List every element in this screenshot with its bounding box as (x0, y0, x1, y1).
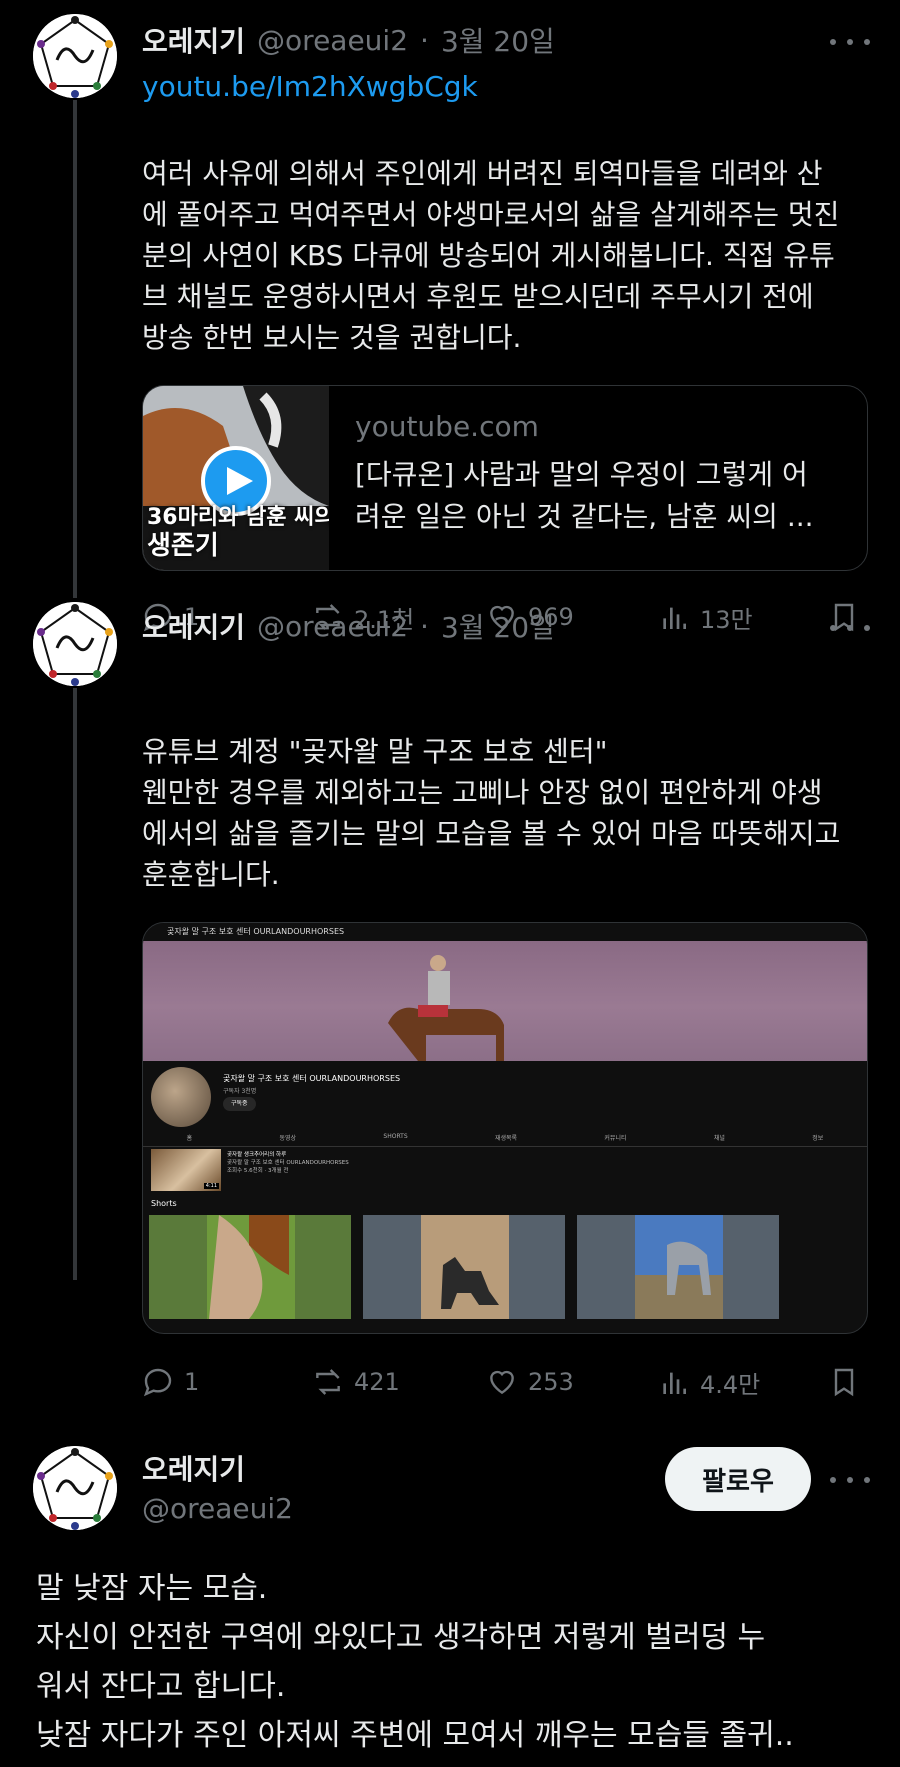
main-tweet-text: 말 낮잠 자는 모습. 자신이 안전한 구역에 와있다고 생각하면 저렇게 벌러… (36, 1564, 876, 1760)
channel-tab: SHORTS (383, 1133, 408, 1140)
avatar-logo-icon (33, 602, 117, 686)
channel-name: 곶자왈 말 구조 보호 센터 OURLANDOURHORSES (223, 1074, 401, 1083)
card-title-line: 려운 일은 아닌 것 같다는, 남훈 씨의 ... (355, 500, 814, 533)
author-handle[interactable]: @oreaeui2 (257, 610, 408, 643)
author-name[interactable]: 오레지기 (142, 20, 245, 60)
channel-tab: 채널 (713, 1135, 725, 1142)
main-author-name[interactable]: 오레지기 (142, 1448, 245, 1488)
avatar[interactable] (33, 1446, 117, 1530)
channel-banner (143, 941, 867, 1061)
attached-screenshot[interactable]: 곶자왈 말 구조 보호 센터 OURLANDOURHORSES 곶자왈 말 구조… (142, 922, 868, 1334)
heart-icon (490, 1370, 514, 1395)
reply-count: 1 (184, 1368, 200, 1396)
views-chart-icon (663, 1372, 686, 1394)
text-line: 브 채널도 운영하시면서 후원도 받으시던데 주무시기 전에 (142, 280, 814, 313)
featured-video-info: 곶자왈 생크추어리의 하루 곶자왈 말 구조 보호 센터 OURLANDOURH… (227, 1151, 349, 1175)
views-button[interactable]: 13만 (658, 597, 753, 637)
text-line: 자신이 안전한 구역에 와있다고 생각하면 저렇게 벌러덩 누 (36, 1620, 766, 1655)
bookmark-icon (834, 1368, 854, 1397)
channel-avatar (151, 1067, 211, 1127)
thumbnail-caption-line: 생존기 (147, 531, 219, 561)
text-line: 여러 사유에 의해서 주인에게 버려진 퇴역마들을 데려와 산 (142, 157, 823, 190)
featured-line: 조회수 5.6천회 · 3개월 전 (227, 1168, 289, 1174)
card-domain: youtube.com (355, 410, 539, 443)
avatar[interactable] (33, 14, 117, 98)
repost-icon (316, 1369, 340, 1395)
avatar-logo-icon (33, 14, 117, 98)
featured-line: 곶자왈 말 구조 보호 센터 OURLANDOURHORSES (227, 1160, 349, 1166)
text-line: 분의 사연이 KBS 다큐에 방송되어 게시해봅니다. 직접 유튜 (142, 239, 835, 272)
more-options-icon[interactable] (830, 613, 870, 643)
more-options-icon[interactable] (830, 27, 870, 57)
separator-dot: · (420, 23, 429, 57)
channel-tabs: 홈 동영상 SHORTS 재생목록 커뮤니티 채널 정보 (143, 1133, 867, 1147)
text-line: 웬만한 경우를 제외하고는 고삐나 안장 없이 편안하게 야생 (142, 776, 823, 809)
featured-video-thumbnail: 4:11 (151, 1149, 221, 1191)
text-line: 에서의 삶을 즐기는 말의 모습을 볼 수 있어 마음 따뜻해지고 (142, 817, 841, 850)
channel-tab: 커뮤니티 (604, 1135, 627, 1142)
post-date[interactable]: 3월 20일 (441, 606, 555, 646)
views-count: 4.4만 (700, 1370, 761, 1399)
card-title: [다큐온] 사람과 말의 우정이 그렇게 어 려운 일은 아닌 것 같다는, 남… (355, 454, 845, 538)
horse-rider-icon (388, 955, 504, 1061)
views-button[interactable]: 4.4만 (658, 1362, 760, 1402)
text-line: 유튜브 계정 "곶자왈 말 구조 보호 센터" (142, 735, 608, 768)
text-line: 말 낮잠 자는 모습. (36, 1571, 268, 1606)
text-line: 워서 잔다고 합니다. (36, 1669, 286, 1704)
thumbnail-caption-line: 36마리와 남훈 씨의 (147, 505, 329, 530)
shorts-label: Shorts (151, 1199, 177, 1208)
post-date[interactable]: 3월 20일 (441, 20, 555, 60)
short-thumbnail (577, 1215, 779, 1319)
like-count: 253 (528, 1368, 574, 1396)
channel-tab: 홈 (186, 1135, 193, 1142)
separator-dot: · (420, 609, 429, 643)
channel-tab: 정보 (812, 1135, 824, 1142)
card-title-line: [다큐온] 사람과 말의 우정이 그렇게 어 (355, 458, 808, 491)
short-thumbnail (149, 1215, 351, 1319)
bookmark-button[interactable] (828, 1362, 860, 1402)
tweet-text: 유튜브 계정 "곶자왈 말 구조 보호 센터" 웬만한 경우를 제외하고는 고삐… (142, 731, 872, 895)
thread-line (73, 688, 77, 1280)
repost-button[interactable]: 421 (312, 1362, 400, 1402)
short-thumbnail (363, 1215, 565, 1319)
text-line: 에 풀어주고 먹여주면서 야생마로서의 삶을 살게해주는 멋진 (142, 198, 840, 231)
thread-line (73, 100, 77, 598)
youtube-link[interactable]: youtu.be/Im2hXwgbCgk (142, 70, 478, 103)
tweet-text: 여러 사유에 의해서 주인에게 버려진 퇴역마들을 데려와 산 에 풀어주고 먹… (142, 153, 872, 358)
channel-subscribers: 구독자 3천명 (223, 1088, 257, 1095)
text-line: 방송 한번 보시는 것을 권합니다. (142, 321, 522, 354)
text-line: 낮잠 자다가 주인 아저씨 주변에 모여서 깨우는 모습들 졸귀.. (36, 1718, 794, 1753)
more-options-icon[interactable] (830, 1465, 870, 1495)
channel-tab: 동영상 (279, 1135, 297, 1142)
views-count: 13만 (700, 605, 753, 634)
reply-button[interactable]: 1 (142, 1362, 199, 1402)
main-author-handle[interactable]: @oreaeui2 (142, 1492, 293, 1525)
tweet-header: 오레지기 @oreaeui2 · 3월 20일 (142, 606, 555, 646)
subscribe-button: 구독중 (223, 1097, 256, 1111)
avatar[interactable] (33, 602, 117, 686)
thumbnail-caption: 36마리와 남훈 씨의 생존기 (147, 504, 329, 560)
tweet-header: 오레지기 @oreaeui2 · 3월 20일 (142, 20, 555, 60)
featured-line: 곶자왈 생크추어리의 하루 (227, 1152, 287, 1158)
repost-count: 421 (354, 1368, 400, 1396)
follow-button[interactable]: 팔로우 (665, 1447, 811, 1511)
like-button[interactable]: 253 (486, 1362, 574, 1402)
text-line: 훈훈합니다. (142, 858, 280, 891)
reply-icon (143, 1368, 172, 1397)
screenshot-top-title: 곶자왈 말 구조 보호 센터 OURLANDOURHORSES (143, 923, 867, 941)
avatar-logo-icon (33, 1446, 117, 1530)
views-chart-icon (663, 607, 686, 629)
channel-tab: 재생목록 (494, 1135, 518, 1142)
author-handle[interactable]: @oreaeui2 (257, 24, 408, 57)
author-name[interactable]: 오레지기 (142, 606, 245, 646)
tweet-actions: 1 421 253 4.4만 (142, 1362, 862, 1402)
video-thumbnail[interactable]: 36마리와 남훈 씨의 생존기 (143, 386, 329, 570)
link-preview-card[interactable]: 36마리와 남훈 씨의 생존기 youtube.com [다큐온] 사람과 말의… (142, 385, 868, 571)
featured-duration: 4:11 (203, 1183, 219, 1189)
